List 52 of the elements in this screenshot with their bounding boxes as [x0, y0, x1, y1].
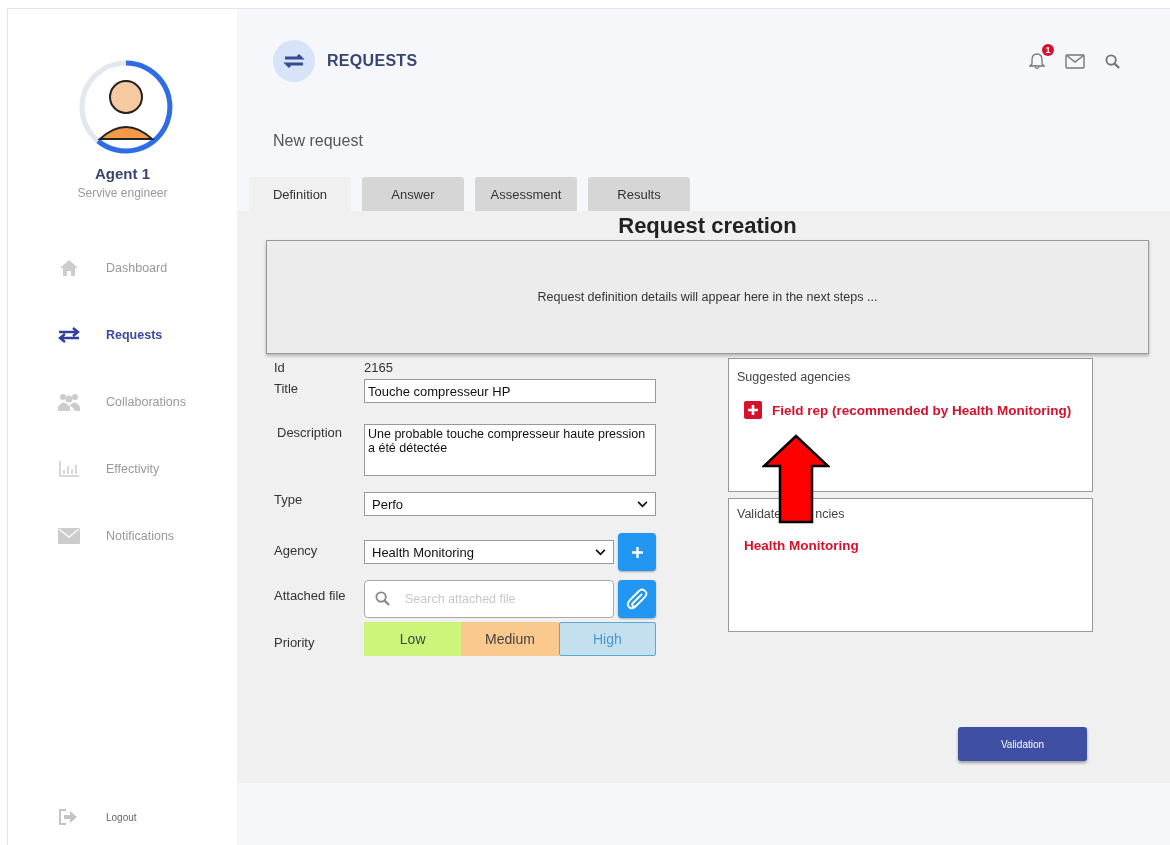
box-label: Suggested agencies — [737, 370, 851, 384]
notification-badge: 1 — [1042, 44, 1054, 56]
plus-icon[interactable] — [744, 401, 762, 419]
user-name: Agent 1 — [95, 165, 150, 182]
attach-button[interactable] — [618, 580, 656, 618]
field-label: Type — [274, 492, 304, 507]
field-label: Id — [274, 360, 286, 375]
envelope-icon — [58, 527, 80, 544]
box-label: Validate — [737, 507, 782, 521]
avatar-icon — [77, 59, 174, 155]
field-label: Priority — [274, 635, 316, 650]
tab[interactable]: Definition — [249, 177, 351, 211]
type-select[interactable]: Perfo — [364, 492, 656, 516]
field-label: Agency — [274, 543, 319, 558]
add-button[interactable] — [618, 533, 656, 571]
user-role: Servive engineer — [77, 186, 168, 200]
description-textarea[interactable]: Une probable touche compresseur haute pression a été détectée — [364, 424, 656, 476]
id-value: 2165 — [364, 360, 394, 375]
logout-link[interactable]: Logout — [58, 809, 137, 825]
nav-item[interactable]: Requests — [8, 301, 237, 368]
field-label: Title — [274, 381, 300, 396]
agency-select[interactable]: Health Monitoring — [364, 540, 614, 564]
search-icon[interactable] — [1105, 53, 1120, 69]
section-heading: Request creation — [617, 213, 798, 239]
bell-icon[interactable] — [1029, 52, 1045, 70]
chevron-down-icon — [595, 548, 606, 556]
tab[interactable]: Answer — [362, 177, 464, 211]
swap-arrows-icon — [273, 40, 315, 82]
plus-icon — [631, 546, 643, 558]
logout-icon — [58, 809, 78, 825]
validation-button[interactable]: Validation — [958, 727, 1087, 761]
details-note: Request definition details will appear here in the next steps ... — [537, 290, 878, 304]
people-icon — [58, 392, 80, 411]
priority-option[interactable]: Low — [364, 622, 462, 656]
page-title: REQUESTS — [327, 52, 418, 70]
agency-name: Health Monitoring — [744, 538, 859, 553]
home-icon — [58, 258, 80, 277]
tab[interactable]: Results — [588, 177, 690, 211]
search-icon — [375, 591, 390, 606]
field-label: Description — [277, 425, 344, 440]
priority-option[interactable]: Medium — [461, 622, 559, 656]
agency-name: Field rep (recommended by Health Monitoring) — [772, 402, 1072, 418]
envelope-icon[interactable] — [1065, 53, 1085, 69]
title-input[interactable]: Touche compresseur HP — [364, 379, 656, 403]
paperclip-icon — [625, 587, 649, 611]
chevron-down-icon — [637, 500, 648, 508]
tab[interactable]: Assessment — [475, 177, 577, 211]
swap-arrows-icon — [58, 326, 80, 343]
page-subtitle: New request — [273, 132, 364, 150]
field-label: Attached file — [274, 588, 347, 603]
box-label: ncies — [815, 507, 845, 521]
bar-chart-icon — [58, 460, 80, 477]
